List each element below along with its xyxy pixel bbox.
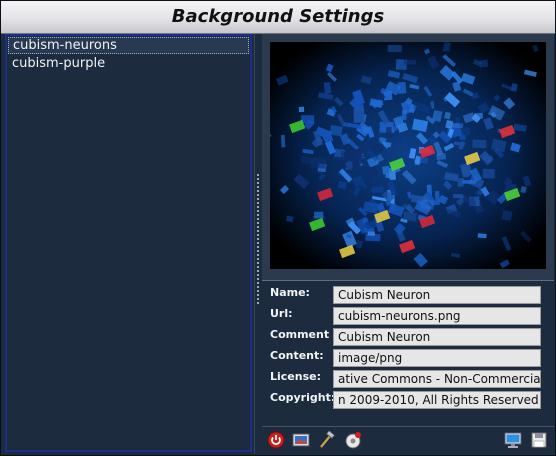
cubism-neurons-artwork: [270, 42, 546, 269]
list-item-cubism-purple[interactable]: cubism-purple: [8, 55, 249, 72]
property-row-copyright: Copyright: n 2009-2010, All Rights Reser…: [262, 387, 554, 409]
title-bar[interactable]: Background Settings: [1, 1, 555, 34]
property-row-content: Content: image/png: [262, 345, 554, 367]
name-label: Name:: [270, 286, 310, 299]
splitter-grip[interactable]: [257, 174, 259, 304]
record-icon[interactable]: [344, 431, 362, 449]
copyright-label: Copyright:: [270, 391, 336, 404]
background-settings-window: Background Settings cubism-neurons cubis…: [0, 0, 556, 456]
list-item-cubism-neurons[interactable]: cubism-neurons: [8, 37, 249, 54]
copyright-field[interactable]: n 2009-2010, All Rights Reserved: [333, 391, 541, 409]
window-title: Background Settings: [171, 6, 385, 27]
background-list[interactable]: cubism-neurons cubism-purple: [5, 34, 252, 452]
property-row-url: Url: cubism-neurons.png: [262, 303, 554, 325]
url-label: Url:: [270, 307, 293, 320]
property-row-license: License: ative Commons - Non-Commercial: [262, 366, 554, 388]
license-field[interactable]: ative Commons - Non-Commercial: [333, 370, 541, 388]
content-field[interactable]: image/png: [333, 349, 541, 367]
background-preview-image: [270, 42, 546, 269]
power-icon[interactable]: [267, 431, 285, 449]
detail-pane: Name: Cubism Neuron Url: cubism-neurons.…: [262, 34, 554, 454]
license-label: License:: [270, 370, 321, 383]
url-field[interactable]: cubism-neurons.png: [333, 307, 541, 325]
bottom-toolbar: [262, 426, 554, 453]
hammer-icon[interactable]: [317, 430, 336, 449]
floppy-icon[interactable]: [530, 431, 548, 449]
comment-label: Comment: [270, 328, 330, 341]
content-label: Content:: [270, 349, 324, 362]
properties-panel: Name: Cubism Neuron Url: cubism-neurons.…: [262, 282, 554, 422]
preview-frame: [262, 34, 554, 281]
image-icon[interactable]: [292, 431, 310, 449]
name-field[interactable]: Cubism Neuron: [333, 286, 541, 304]
comment-field[interactable]: Cubism Neuron: [333, 328, 541, 346]
property-row-name: Name: Cubism Neuron: [262, 282, 554, 304]
property-row-comment: Comment Cubism Neuron: [262, 324, 554, 346]
monitor-icon[interactable]: [504, 431, 522, 449]
